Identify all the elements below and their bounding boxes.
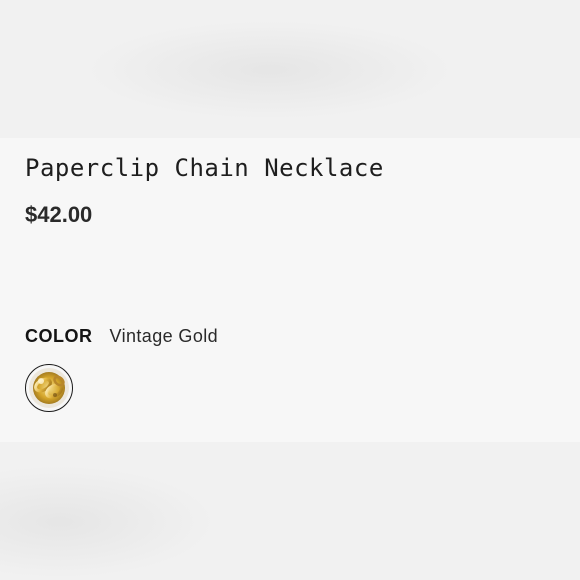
gold-chain-swatch-icon: [29, 368, 69, 408]
product-info-panel: [0, 138, 580, 442]
product-price: $42.00: [25, 202, 93, 227]
color-label: COLOR: [25, 326, 93, 346]
product-page: Paperclip Chain Necklace $42.00 COLOR Vi…: [0, 0, 580, 580]
selected-color-name: Vintage Gold: [109, 326, 219, 346]
color-swatch-vintage-gold[interactable]: [25, 364, 73, 412]
product-image-blur-bottom: [0, 442, 580, 580]
product-image-blur-top: [0, 0, 580, 138]
product-title: Paperclip Chain Necklace: [25, 154, 384, 182]
color-option-row: COLOR Vintage Gold: [25, 326, 218, 347]
